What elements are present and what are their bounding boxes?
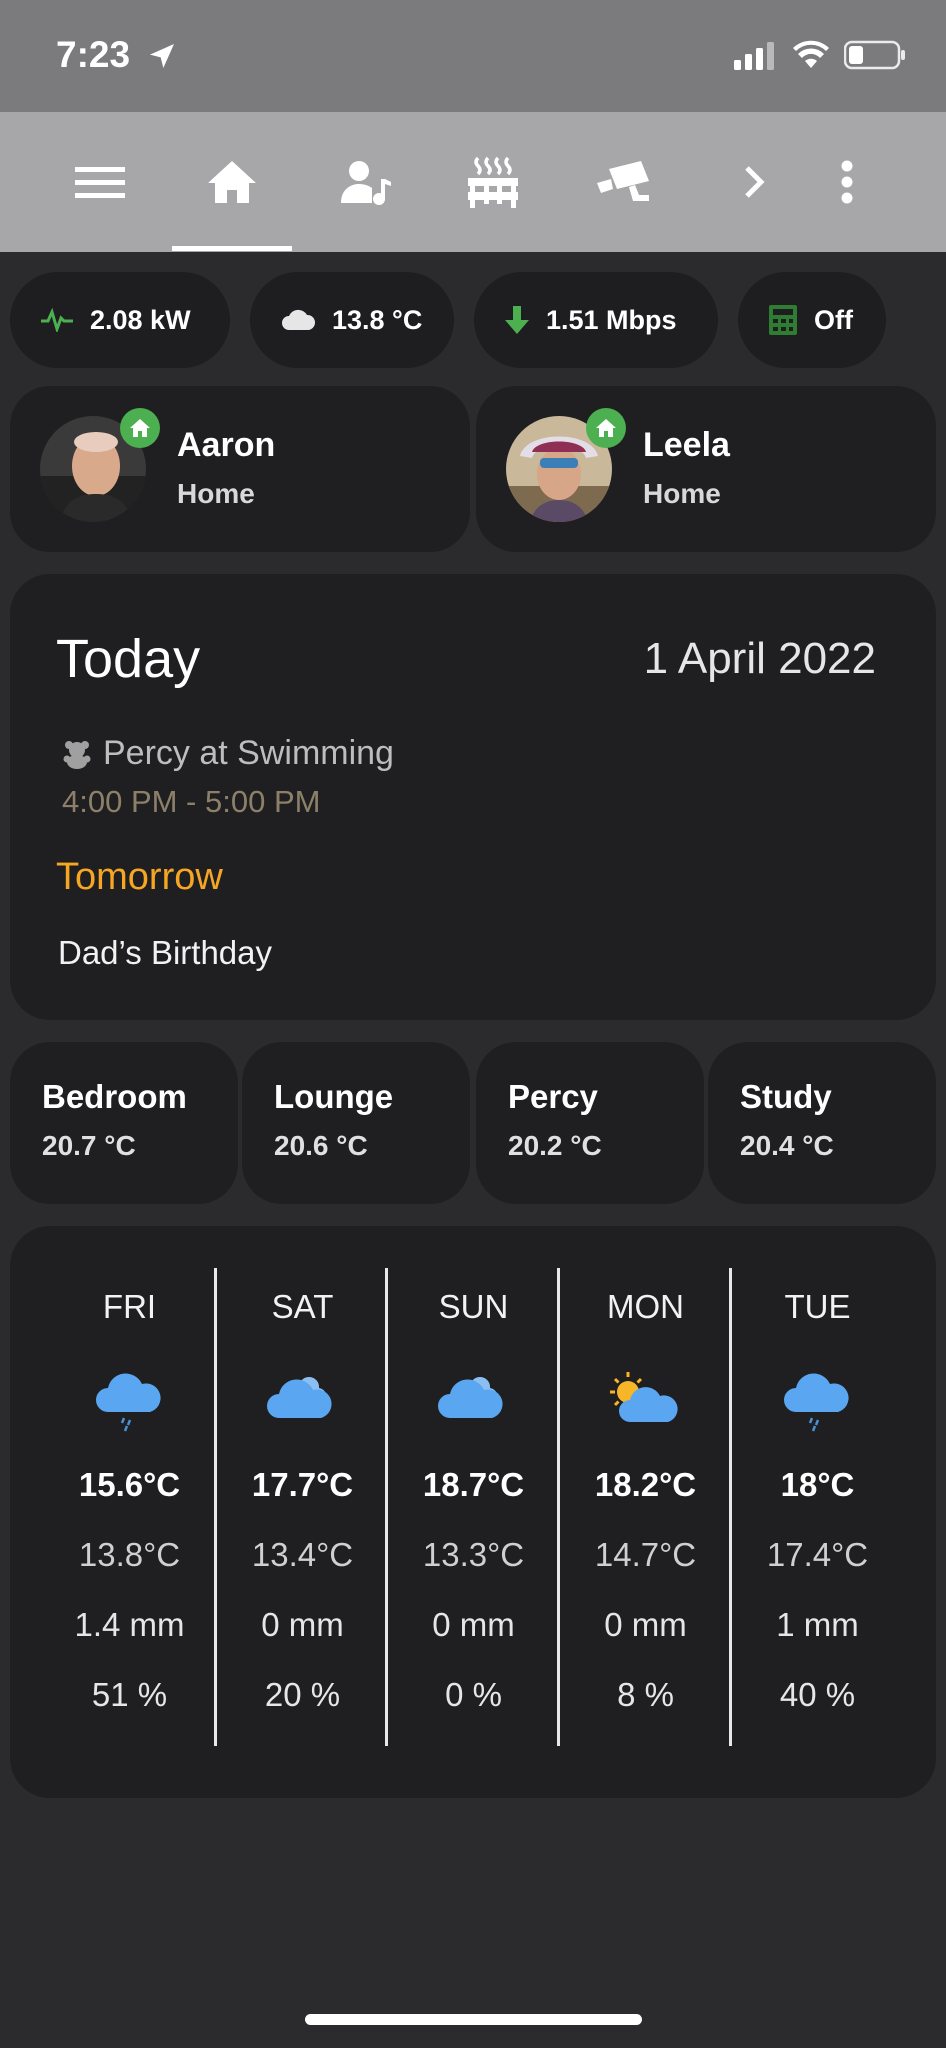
- room-card-lounge[interactable]: Lounge 20.6 °C: [242, 1042, 470, 1204]
- calculator-value: Off: [814, 304, 853, 335]
- top-toolbar: [0, 112, 946, 252]
- person-name: Aaron: [177, 426, 276, 464]
- forecast-day-tue: TUE 18°C 17.4°C 1 mm 40 %: [732, 1268, 903, 1746]
- forecast-chance: 51 %: [91, 1676, 168, 1713]
- forecast-low: 17.4°C: [766, 1536, 869, 1573]
- forecast-low: 13.8°C: [78, 1536, 181, 1573]
- power-chip[interactable]: 2.08 kW: [10, 272, 230, 368]
- forecast-low: 14.7°C: [594, 1536, 697, 1573]
- room-name: Study: [740, 1078, 832, 1115]
- camera-icon[interactable]: [578, 112, 668, 252]
- calendar-tomorrow-label: Tomorrow: [56, 856, 223, 898]
- forecast-chance: 0 %: [445, 1676, 502, 1713]
- forecast-low: 13.3°C: [422, 1536, 525, 1573]
- forecast-day-fri: FRI 15.6°C 13.8°C 1.4 mm 51 %: [44, 1268, 215, 1746]
- person-music-icon[interactable]: [320, 112, 410, 252]
- home-badge-icon: [586, 408, 626, 448]
- forecast-rain: 1 mm: [776, 1606, 859, 1643]
- home-badge-icon: [120, 408, 160, 448]
- room-name: Lounge: [274, 1078, 394, 1115]
- calculator-chip[interactable]: Off: [738, 272, 886, 368]
- home-indicator[interactable]: [305, 2014, 642, 2025]
- forecast-chance: 8 %: [617, 1676, 674, 1713]
- room-temp: 20.7 °C: [42, 1130, 136, 1161]
- person-name: Leela: [643, 426, 730, 464]
- room-temp: 20.2 °C: [508, 1130, 602, 1161]
- forecast-day-sat: SAT 17.7°C 13.4°C 0 mm 20 %: [217, 1268, 388, 1746]
- forecast-low: 13.4°C: [251, 1536, 354, 1573]
- forecast-rain: 0 mm: [604, 1606, 687, 1643]
- chevron-right-icon[interactable]: [730, 112, 780, 252]
- radiator-icon[interactable]: [448, 112, 538, 252]
- forecast-high: 18.7°C: [422, 1466, 525, 1503]
- weather-forecast-card[interactable]: FRI 15.6°C 13.8°C 1.4 mm 51 % SAT 17.7°C…: [10, 1226, 936, 1798]
- status-indicators: [734, 40, 906, 70]
- forecast-day: SAT: [271, 1288, 334, 1325]
- event-time: 4:00 PM - 5:00 PM: [62, 784, 321, 819]
- event-title: Percy at Swimming: [103, 734, 394, 772]
- forecast-day: MON: [607, 1288, 684, 1325]
- forecast-rain: 0 mm: [432, 1606, 515, 1643]
- forecast-rain: 1.4 mm: [74, 1606, 185, 1643]
- forecast-day: SUN: [438, 1288, 509, 1325]
- signal-icon: [734, 42, 774, 70]
- room-card-study[interactable]: Study 20.4 °C: [708, 1042, 936, 1204]
- menu-icon[interactable]: [60, 112, 140, 252]
- calendar-today-label: Today: [56, 629, 201, 689]
- room-card-bedroom[interactable]: Bedroom 20.7 °C: [10, 1042, 238, 1204]
- forecast-high: 17.7°C: [251, 1466, 354, 1503]
- forecast-high: 15.6°C: [78, 1466, 181, 1503]
- person-card-aaron[interactable]: Aaron Home: [10, 386, 470, 552]
- status-time: 7:23: [56, 34, 131, 75]
- rain-cloud-icon: [95, 1373, 161, 1432]
- arrow-down-icon: [504, 305, 530, 335]
- forecast-rain: 0 mm: [261, 1606, 344, 1643]
- teddy-bear-icon: [63, 741, 91, 769]
- person-card-leela[interactable]: Leela Home: [476, 386, 936, 552]
- battery-icon: [844, 40, 905, 70]
- home-icon[interactable]: [172, 112, 292, 252]
- cloudy-icon: [266, 1376, 332, 1418]
- more-vert-icon[interactable]: [822, 112, 872, 252]
- room-temp: 20.4 °C: [740, 1130, 834, 1161]
- active-tab-indicator: [172, 246, 292, 251]
- forecast-day: FRI: [102, 1288, 157, 1325]
- outdoor-temp-value: 13.8 °C: [332, 304, 423, 335]
- location-arrow-icon: [150, 44, 174, 68]
- room-name: Percy: [508, 1078, 598, 1115]
- cloud-icon: [280, 308, 316, 332]
- calendar-card[interactable]: Today 1 April 2022 Percy at Swimming 4:0…: [10, 574, 936, 1020]
- room-name: Bedroom: [42, 1078, 187, 1115]
- person-state: Home: [177, 478, 255, 509]
- forecast-high: 18.2°C: [594, 1466, 697, 1503]
- network-speed-chip[interactable]: 1.51 Mbps: [474, 272, 718, 368]
- partly-sunny-icon: [609, 1372, 678, 1422]
- wifi-icon: [793, 40, 829, 68]
- room-temp: 20.6 °C: [274, 1130, 368, 1161]
- calculator-icon: [768, 304, 798, 336]
- forecast-day-sun: SUN 18.7°C 13.3°C 0 mm 0 %: [388, 1268, 559, 1746]
- room-card-percy[interactable]: Percy 20.2 °C: [476, 1042, 704, 1204]
- forecast-chance: 20 %: [264, 1676, 341, 1713]
- forecast-day-mon: MON 18.2°C 14.7°C 0 mm 8 %: [560, 1268, 731, 1746]
- rain-cloud-icon: [783, 1373, 849, 1432]
- person-state: Home: [643, 478, 721, 509]
- forecast-day: TUE: [784, 1288, 851, 1325]
- calendar-date: 1 April 2022: [643, 634, 876, 683]
- forecast-chance: 40 %: [779, 1676, 856, 1713]
- outdoor-temp-chip[interactable]: 13.8 °C: [250, 272, 454, 368]
- power-value: 2.08 kW: [90, 304, 191, 335]
- tomorrow-event-title: Dad’s Birthday: [58, 934, 273, 971]
- network-speed-value: 1.51 Mbps: [546, 304, 677, 335]
- cloudy-icon: [437, 1376, 503, 1418]
- pulse-icon: [40, 308, 74, 332]
- forecast-high: 18°C: [780, 1466, 855, 1503]
- status-bar: 7:23: [0, 0, 946, 112]
